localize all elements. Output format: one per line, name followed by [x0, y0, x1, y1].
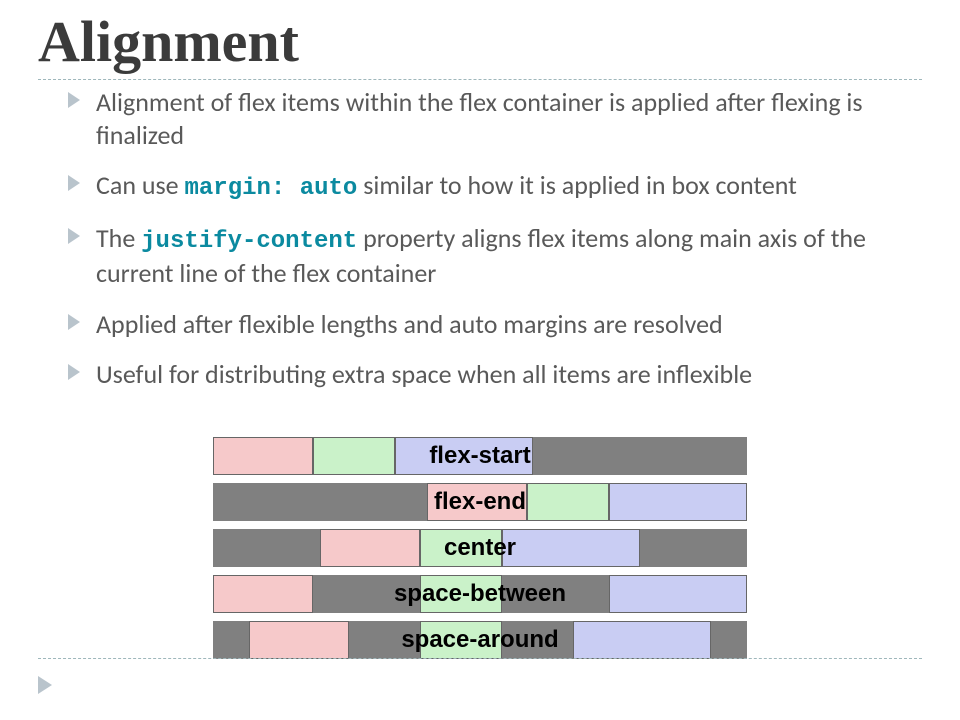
bullet-text: Alignment of flex items within the flex … — [96, 86, 863, 151]
page-title: Alignment — [38, 8, 922, 75]
flex-item-box — [573, 621, 711, 659]
diagram-row: space-between — [213, 575, 747, 613]
flex-item-box — [420, 621, 502, 659]
triangle-icon — [68, 175, 80, 191]
bullet-text-pre: The — [96, 222, 141, 254]
bullet-item: Alignment of flex items within the flex … — [74, 86, 922, 151]
flex-item-box — [249, 621, 349, 659]
bullet-item: Can use margin: auto similar to how it i… — [74, 169, 922, 204]
triangle-icon — [68, 92, 80, 108]
diagram-container: flex-start flex-end center space-between spa… — [0, 437, 960, 659]
diagram-row: flex-end — [213, 483, 747, 521]
flex-item-box — [527, 483, 609, 521]
bullet-item: The justify-content property aligns flex… — [74, 222, 922, 290]
flex-item-box — [609, 483, 747, 521]
justify-content-diagram: flex-start flex-end center space-between spa… — [213, 437, 747, 659]
diagram-row: center — [213, 529, 747, 567]
bullet-item: Useful for distributing extra space when… — [74, 358, 922, 391]
diagram-row: space-around — [213, 621, 747, 659]
flex-item-box — [420, 529, 502, 567]
triangle-icon — [38, 676, 52, 694]
divider-top — [38, 79, 922, 80]
flex-item-box — [427, 483, 527, 521]
triangle-icon — [68, 228, 80, 244]
bullet-text: Applied after flexible lengths and auto … — [96, 308, 723, 340]
code-inline: margin: auto — [185, 175, 358, 202]
flex-item-box — [320, 529, 420, 567]
triangle-icon — [68, 314, 80, 330]
flex-item-box — [502, 529, 640, 567]
bullet-text: Useful for distributing extra space when… — [96, 358, 752, 390]
triangle-icon — [68, 364, 80, 380]
flex-item-box — [313, 437, 395, 475]
bullet-list: Alignment of flex items within the flex … — [38, 86, 922, 391]
bullet-text-pre: Can use — [96, 169, 185, 201]
code-inline: justify-content — [141, 228, 357, 255]
slide: Alignment Alignment of flex items within… — [0, 0, 960, 720]
flex-item-box — [609, 575, 747, 613]
flex-item-box — [213, 575, 313, 613]
bullet-text-post: similar to how it is applied in box cont… — [357, 169, 797, 201]
flex-item-box — [213, 437, 313, 475]
flex-item-box — [420, 575, 502, 613]
bullet-item: Applied after flexible lengths and auto … — [74, 308, 922, 341]
diagram-row: flex-start — [213, 437, 747, 475]
flex-item-box — [395, 437, 533, 475]
divider-bottom — [38, 658, 922, 659]
